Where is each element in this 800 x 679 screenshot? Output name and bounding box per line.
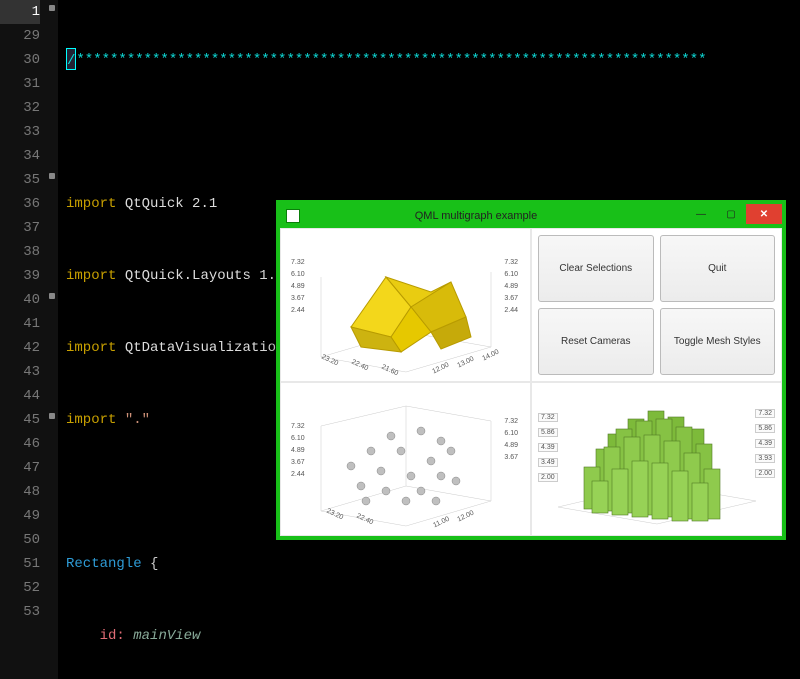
axis-tick: 6.10 [291,435,305,442]
axis-tick: 6.10 [504,271,518,278]
import-target: QtQuick 2.1 [125,196,217,212]
axis-tick: 3.67 [504,454,518,461]
axis-tick: 7.32 [504,259,518,266]
axis-tick: 4.39 [538,443,558,452]
scatter3d-chart [291,391,521,531]
axis-tick: 7.32 [755,409,775,418]
quit-button[interactable]: Quit [660,235,776,302]
line-number: 42 [0,336,40,360]
fold-toggle-icon[interactable] [49,5,55,11]
line-number: 52 [0,576,40,600]
maximize-icon: ▢ [726,209,735,220]
line-number: 31 [0,72,40,96]
line-number: 39 [0,264,40,288]
reset-cameras-button[interactable]: Reset Cameras [538,308,654,375]
line-number: 34 [0,144,40,168]
identifier: mainView [133,628,200,644]
close-icon: ✕ [760,209,768,220]
line-number: 30 [0,48,40,72]
line-number: 45 [0,408,40,432]
axis-tick: 6.10 [504,430,518,437]
line-number: 51 [0,552,40,576]
axis-tick: 4.89 [291,283,305,290]
comment-stars: ****************************************… [76,52,706,68]
line-number: 44 [0,384,40,408]
fold-toggle-icon[interactable] [49,293,55,299]
fold-toggle-icon[interactable] [49,413,55,419]
line-number: 38 [0,240,40,264]
surface3d-pane[interactable]: 7.32 6.10 4.89 3.67 2.44 23.20 22.40 21.… [280,228,531,382]
line-number: 36 [0,192,40,216]
fold-column [48,0,58,679]
line-number: 49 [0,504,40,528]
axis-tick: 7.32 [538,413,558,422]
line-number: 50 [0,528,40,552]
line-number: 32 [0,96,40,120]
line-number: 48 [0,480,40,504]
property: id: [100,628,125,644]
toggle-mesh-styles-button[interactable]: Toggle Mesh Styles [660,308,776,375]
axis-tick: 3.49 [538,458,558,467]
keyword: import [66,196,116,212]
axis-tick: 2.00 [755,469,775,478]
line-number: 35 [0,168,40,192]
line-number: 47 [0,456,40,480]
import-target: QtQuick.Layouts 1.0 [125,268,285,284]
app-window[interactable]: QML multigraph example — ▢ ✕ [276,200,786,540]
keyword: import [66,340,116,356]
import-target: "." [125,412,150,428]
bars3d-pane[interactable]: 7.32 5.86 4.39 3.49 2.00 7.32 5.86 4.39 … [531,382,782,536]
type-name: Rectangle [66,556,142,572]
window-title: QML multigraph example [266,210,686,222]
axis-tick: 4.89 [504,442,518,449]
keyword: import [66,412,116,428]
axis-tick: 4.39 [755,439,775,448]
axis-tick: 3.93 [755,454,775,463]
code-editor: 1 29 30 31 32 33 34 35 36 37 38 39 40 41… [0,0,800,679]
line-number: 1 [0,0,40,24]
window-controls: — ▢ ✕ [686,204,782,228]
axis-tick: 6.10 [291,271,305,278]
axis-tick: 7.32 [291,423,305,430]
axis-tick: 3.67 [504,295,518,302]
axis-tick: 3.67 [291,459,305,466]
close-button[interactable]: ✕ [746,204,782,224]
axis-tick: 4.89 [291,447,305,454]
line-number: 29 [0,24,40,48]
line-number: 40 [0,288,40,312]
line-number: 43 [0,360,40,384]
axis-tick: 2.44 [291,471,305,478]
line-number: 41 [0,312,40,336]
axis-tick: 5.86 [538,428,558,437]
client-area: 7.32 6.10 4.89 3.67 2.44 23.20 22.40 21.… [280,228,782,536]
axis-tick: 5.86 [755,424,775,433]
axis-tick: 2.00 [538,473,558,482]
axis-tick: 7.32 [291,259,305,266]
titlebar[interactable]: QML multigraph example — ▢ ✕ [280,204,782,228]
clear-selections-button[interactable]: Clear Selections [538,235,654,302]
buttons-pane: Clear Selections Quit Reset Cameras Togg… [531,228,782,382]
line-number: 33 [0,120,40,144]
line-number: 37 [0,216,40,240]
axis-tick: 2.44 [504,307,518,314]
axis-tick: 4.89 [504,283,518,290]
keyword: import [66,268,116,284]
axis-tick: 2.44 [291,307,305,314]
line-number: 53 [0,600,40,624]
scatter3d-pane[interactable]: 7.32 6.10 4.89 3.67 2.44 7.32 6.10 4.89 … [280,382,531,536]
cursor: / [66,48,76,70]
bars3d-chart [538,389,776,533]
fold-toggle-icon[interactable] [49,173,55,179]
gutter: 1 29 30 31 32 33 34 35 36 37 38 39 40 41… [0,0,48,679]
brace: { [150,556,158,572]
minimize-icon: — [696,209,706,220]
line-number: 46 [0,432,40,456]
axis-tick: 3.67 [291,295,305,302]
axis-tick: 7.32 [504,418,518,425]
maximize-button[interactable]: ▢ [716,204,746,224]
minimize-button[interactable]: — [686,204,716,224]
